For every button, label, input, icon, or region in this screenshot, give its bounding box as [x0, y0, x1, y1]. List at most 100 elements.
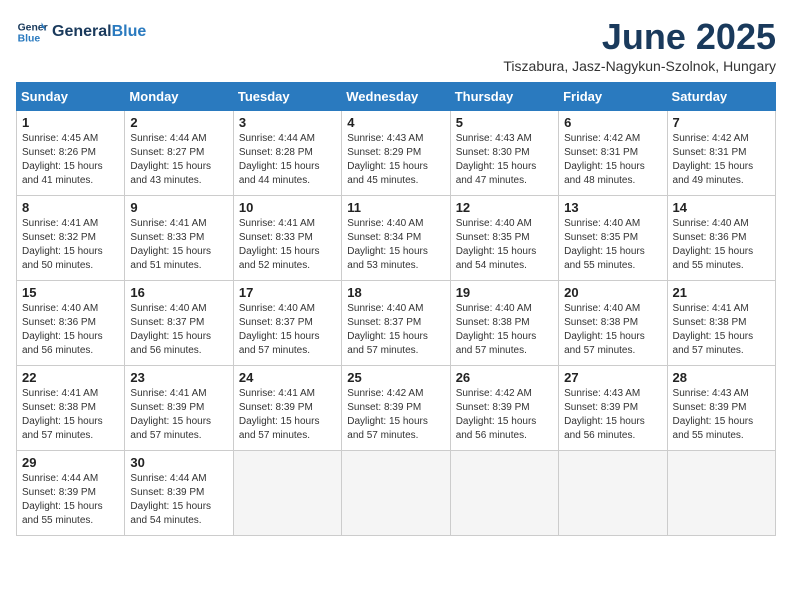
daylight-label: Daylight: 15 hours and 51 minutes.	[130, 246, 211, 271]
sunset-label: Sunset: 8:39 PM	[22, 487, 96, 498]
sunset-label: Sunset: 8:39 PM	[673, 402, 747, 413]
day-number: 1	[22, 115, 119, 130]
daylight-label: Daylight: 15 hours and 56 minutes.	[22, 331, 103, 356]
daylight-label: Daylight: 15 hours and 48 minutes.	[564, 161, 645, 186]
daylight-label: Daylight: 15 hours and 57 minutes.	[22, 416, 103, 441]
month-title: June 2025	[503, 16, 776, 58]
day-info: Sunrise: 4:41 AM Sunset: 8:33 PM Dayligh…	[239, 217, 336, 273]
day-info: Sunrise: 4:40 AM Sunset: 8:36 PM Dayligh…	[673, 217, 770, 273]
sunrise-label: Sunrise: 4:42 AM	[564, 133, 640, 144]
daylight-label: Daylight: 15 hours and 41 minutes.	[22, 161, 103, 186]
calendar-cell: 12 Sunrise: 4:40 AM Sunset: 8:35 PM Dayl…	[450, 196, 558, 281]
day-number: 8	[22, 200, 119, 215]
daylight-label: Daylight: 15 hours and 57 minutes.	[673, 331, 754, 356]
sunset-label: Sunset: 8:26 PM	[22, 147, 96, 158]
day-number: 11	[347, 200, 444, 215]
logo-general: General	[52, 23, 112, 41]
day-number: 6	[564, 115, 661, 130]
day-number: 23	[130, 370, 227, 385]
day-number: 21	[673, 285, 770, 300]
sunset-label: Sunset: 8:30 PM	[456, 147, 530, 158]
daylight-label: Daylight: 15 hours and 43 minutes.	[130, 161, 211, 186]
day-info: Sunrise: 4:44 AM Sunset: 8:27 PM Dayligh…	[130, 132, 227, 188]
day-number: 20	[564, 285, 661, 300]
daylight-label: Daylight: 15 hours and 47 minutes.	[456, 161, 537, 186]
location-subtitle: Tiszabura, Jasz-Nagykun-Szolnok, Hungary	[503, 58, 776, 74]
daylight-label: Daylight: 15 hours and 52 minutes.	[239, 246, 320, 271]
weekday-header-row: SundayMondayTuesdayWednesdayThursdayFrid…	[17, 83, 776, 111]
sunset-label: Sunset: 8:38 PM	[22, 402, 96, 413]
calendar-cell: 2 Sunrise: 4:44 AM Sunset: 8:27 PM Dayli…	[125, 111, 233, 196]
calendar-cell: 17 Sunrise: 4:40 AM Sunset: 8:37 PM Dayl…	[233, 281, 341, 366]
sunrise-label: Sunrise: 4:41 AM	[22, 388, 98, 399]
day-info: Sunrise: 4:42 AM Sunset: 8:39 PM Dayligh…	[347, 387, 444, 443]
sunrise-label: Sunrise: 4:40 AM	[456, 218, 532, 229]
day-info: Sunrise: 4:40 AM Sunset: 8:37 PM Dayligh…	[347, 302, 444, 358]
calendar-cell: 8 Sunrise: 4:41 AM Sunset: 8:32 PM Dayli…	[17, 196, 125, 281]
daylight-label: Daylight: 15 hours and 55 minutes.	[673, 416, 754, 441]
day-number: 18	[347, 285, 444, 300]
day-info: Sunrise: 4:40 AM Sunset: 8:38 PM Dayligh…	[456, 302, 553, 358]
sunrise-label: Sunrise: 4:44 AM	[130, 473, 206, 484]
calendar-cell: 28 Sunrise: 4:43 AM Sunset: 8:39 PM Dayl…	[667, 366, 775, 451]
calendar-cell: 27 Sunrise: 4:43 AM Sunset: 8:39 PM Dayl…	[559, 366, 667, 451]
sunrise-label: Sunrise: 4:41 AM	[130, 388, 206, 399]
sunset-label: Sunset: 8:37 PM	[347, 317, 421, 328]
sunset-label: Sunset: 8:39 PM	[239, 402, 313, 413]
day-number: 13	[564, 200, 661, 215]
weekday-header-friday: Friday	[559, 83, 667, 111]
calendar-cell: 20 Sunrise: 4:40 AM Sunset: 8:38 PM Dayl…	[559, 281, 667, 366]
day-number: 15	[22, 285, 119, 300]
sunset-label: Sunset: 8:38 PM	[673, 317, 747, 328]
sunset-label: Sunset: 8:39 PM	[564, 402, 638, 413]
day-info: Sunrise: 4:40 AM Sunset: 8:38 PM Dayligh…	[564, 302, 661, 358]
day-info: Sunrise: 4:40 AM Sunset: 8:35 PM Dayligh…	[564, 217, 661, 273]
sunset-label: Sunset: 8:38 PM	[456, 317, 530, 328]
logo: General Blue General Blue	[16, 16, 146, 48]
day-info: Sunrise: 4:40 AM Sunset: 8:36 PM Dayligh…	[22, 302, 119, 358]
daylight-label: Daylight: 15 hours and 54 minutes.	[456, 246, 537, 271]
weekday-header-saturday: Saturday	[667, 83, 775, 111]
day-info: Sunrise: 4:40 AM Sunset: 8:37 PM Dayligh…	[130, 302, 227, 358]
day-number: 14	[673, 200, 770, 215]
day-number: 27	[564, 370, 661, 385]
calendar-cell: 21 Sunrise: 4:41 AM Sunset: 8:38 PM Dayl…	[667, 281, 775, 366]
calendar-cell: 22 Sunrise: 4:41 AM Sunset: 8:38 PM Dayl…	[17, 366, 125, 451]
day-info: Sunrise: 4:44 AM Sunset: 8:39 PM Dayligh…	[22, 472, 119, 528]
title-area: June 2025 Tiszabura, Jasz-Nagykun-Szolno…	[503, 16, 776, 74]
calendar-cell	[667, 451, 775, 536]
sunrise-label: Sunrise: 4:40 AM	[347, 303, 423, 314]
daylight-label: Daylight: 15 hours and 56 minutes.	[456, 416, 537, 441]
day-info: Sunrise: 4:42 AM Sunset: 8:31 PM Dayligh…	[673, 132, 770, 188]
day-number: 4	[347, 115, 444, 130]
sunrise-label: Sunrise: 4:43 AM	[347, 133, 423, 144]
day-info: Sunrise: 4:44 AM Sunset: 8:28 PM Dayligh…	[239, 132, 336, 188]
sunrise-label: Sunrise: 4:41 AM	[239, 388, 315, 399]
daylight-label: Daylight: 15 hours and 57 minutes.	[564, 331, 645, 356]
calendar-cell: 29 Sunrise: 4:44 AM Sunset: 8:39 PM Dayl…	[17, 451, 125, 536]
sunrise-label: Sunrise: 4:44 AM	[130, 133, 206, 144]
daylight-label: Daylight: 15 hours and 50 minutes.	[22, 246, 103, 271]
calendar-cell: 11 Sunrise: 4:40 AM Sunset: 8:34 PM Dayl…	[342, 196, 450, 281]
calendar-cell: 16 Sunrise: 4:40 AM Sunset: 8:37 PM Dayl…	[125, 281, 233, 366]
sunset-label: Sunset: 8:39 PM	[130, 402, 204, 413]
daylight-label: Daylight: 15 hours and 53 minutes.	[347, 246, 428, 271]
weekday-header-monday: Monday	[125, 83, 233, 111]
sunset-label: Sunset: 8:38 PM	[564, 317, 638, 328]
calendar-cell: 30 Sunrise: 4:44 AM Sunset: 8:39 PM Dayl…	[125, 451, 233, 536]
sunset-label: Sunset: 8:31 PM	[673, 147, 747, 158]
calendar-cell: 14 Sunrise: 4:40 AM Sunset: 8:36 PM Dayl…	[667, 196, 775, 281]
calendar-cell: 26 Sunrise: 4:42 AM Sunset: 8:39 PM Dayl…	[450, 366, 558, 451]
week-row-2: 8 Sunrise: 4:41 AM Sunset: 8:32 PM Dayli…	[17, 196, 776, 281]
day-info: Sunrise: 4:42 AM Sunset: 8:39 PM Dayligh…	[456, 387, 553, 443]
svg-text:Blue: Blue	[18, 34, 41, 45]
day-info: Sunrise: 4:42 AM Sunset: 8:31 PM Dayligh…	[564, 132, 661, 188]
sunset-label: Sunset: 8:28 PM	[239, 147, 313, 158]
day-number: 17	[239, 285, 336, 300]
day-number: 10	[239, 200, 336, 215]
day-number: 26	[456, 370, 553, 385]
sunrise-label: Sunrise: 4:42 AM	[673, 133, 749, 144]
day-number: 16	[130, 285, 227, 300]
daylight-label: Daylight: 15 hours and 49 minutes.	[673, 161, 754, 186]
day-number: 28	[673, 370, 770, 385]
